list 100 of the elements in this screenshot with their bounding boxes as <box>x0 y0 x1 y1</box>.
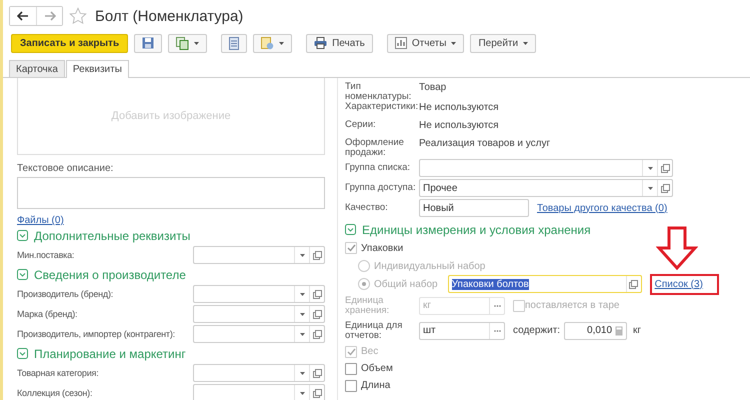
down-arrow-icon <box>656 226 698 270</box>
open-form-icon[interactable] <box>312 368 322 378</box>
section-title: Сведения о производителе <box>34 268 186 282</box>
field-label: Мин.поставка: <box>17 250 76 260</box>
section-title: Планирование и маркетинг <box>34 346 186 360</box>
select-field[interactable] <box>193 364 325 382</box>
field-label: содержит: <box>513 325 560 336</box>
number-field[interactable]: 0,010 <box>564 322 628 340</box>
list-icon <box>229 36 240 50</box>
toolbar-button[interactable]: Печать <box>306 34 373 52</box>
field-label: Тип номенклатуры: <box>345 82 412 102</box>
section-title: Дополнительные реквизиты <box>34 228 190 242</box>
field-value: Товар <box>419 82 446 95</box>
dropdown-icon[interactable] <box>300 254 304 256</box>
dropdown-icon[interactable] <box>300 292 304 296</box>
files-link[interactable]: Файлы (0) <box>17 215 64 226</box>
save-button[interactable] <box>134 34 162 52</box>
section-title: Единицы измерения и условия хранения <box>362 222 591 236</box>
select-field[interactable] <box>193 246 325 264</box>
field-label: Группа доступа: <box>345 183 417 193</box>
field-label: Единица хранения: <box>345 296 390 316</box>
dropdown-icon[interactable] <box>300 372 304 374</box>
field-value: Не используются <box>419 102 499 115</box>
caret-icon <box>523 42 528 44</box>
save-and-close-button[interactable]: Записать и закрыть <box>11 34 128 52</box>
radio-button[interactable] <box>358 260 370 272</box>
copy-button[interactable] <box>168 34 208 52</box>
collapse-icon[interactable] <box>17 348 28 359</box>
field-label: Текстовое описание: <box>17 163 114 174</box>
open-form-icon[interactable] <box>312 388 322 398</box>
field-label: Производитель (бренд): <box>17 289 114 299</box>
copy-icon <box>176 36 190 50</box>
open-form-icon[interactable] <box>660 184 670 192</box>
field-label: Единица для отчетов: <box>345 320 404 340</box>
field-label: Оформление продажи: <box>345 138 405 158</box>
field-value: Реализация товаров и услуг <box>419 138 550 151</box>
dropdown-icon[interactable] <box>648 166 652 170</box>
calculator-icon[interactable] <box>615 326 624 336</box>
open-form-icon[interactable] <box>660 164 670 172</box>
window-title: Болт (Номенклатура) <box>95 8 244 24</box>
dropdown-icon[interactable] <box>300 392 304 394</box>
unit-field[interactable]: шт <box>419 322 505 340</box>
printer-icon <box>314 37 328 49</box>
star-icon[interactable] <box>69 7 87 25</box>
open-form-icon[interactable] <box>312 330 322 338</box>
field-label: Марка (бренд): <box>17 309 78 319</box>
caret-icon <box>279 42 284 44</box>
radio-label: Общий набор <box>374 278 438 290</box>
radio-button[interactable] <box>358 278 370 290</box>
checkbox[interactable] <box>345 380 357 392</box>
field-label: Серии: <box>345 120 377 132</box>
description-field[interactable] <box>17 177 325 209</box>
checkbox-label: Объем <box>361 363 393 374</box>
caret-icon <box>451 42 456 44</box>
select-field[interactable] <box>193 285 325 303</box>
floppy-icon <box>142 37 154 49</box>
collapse-icon[interactable] <box>17 269 28 280</box>
select-field[interactable] <box>193 384 325 400</box>
field-label: Группа списка: <box>345 163 411 173</box>
select-field[interactable]: Прочее <box>419 179 673 197</box>
checkbox-label: Упаковки <box>361 242 404 254</box>
open-form-icon[interactable] <box>312 290 322 298</box>
field-label: Товарная категория: <box>17 368 100 378</box>
right-arrow-icon <box>44 11 56 21</box>
other-quality-link[interactable]: Товары другого качества (0) <box>537 202 668 214</box>
unit-label: кг <box>633 325 642 336</box>
select-field[interactable] <box>193 325 325 343</box>
dropdown-icon[interactable] <box>300 312 304 316</box>
field-label: Коллекция (сезон): <box>17 388 94 398</box>
checkbox-label: поставляется в таре <box>525 300 620 311</box>
toolbar-button[interactable]: Перейти <box>470 34 536 52</box>
caret-icon <box>194 42 200 44</box>
field-label: Качество: <box>345 203 389 213</box>
package-set-field[interactable]: Упаковки болтов <box>448 275 642 293</box>
toolbar-button[interactable]: Отчеты <box>386 34 464 52</box>
collapse-icon[interactable] <box>345 224 356 235</box>
dropdown-icon[interactable] <box>300 332 304 336</box>
select-field[interactable] <box>193 305 325 323</box>
checkbox-label: Длина <box>361 380 390 391</box>
left-arrow-icon <box>17 11 29 21</box>
dropdown-icon[interactable] <box>648 186 652 190</box>
select-field[interactable] <box>419 159 673 177</box>
tab[interactable]: Реквизиты <box>66 60 129 78</box>
field-label: Производитель, импортер (контрагент): <box>17 329 176 339</box>
list-button[interactable] <box>221 34 248 52</box>
quality-field[interactable]: Новый <box>419 199 529 217</box>
field-value: Не используются <box>419 120 499 133</box>
checkbox-label: Вес <box>361 346 378 357</box>
checkbox[interactable] <box>345 362 357 374</box>
collapse-icon[interactable] <box>17 230 28 241</box>
tab[interactable]: Карточка <box>9 60 65 77</box>
open-form-icon[interactable] <box>312 250 322 260</box>
radio-label: Индивидуальный набор <box>374 260 486 272</box>
selected-text: Упаковки болтов <box>452 278 529 290</box>
document-button[interactable] <box>253 34 292 52</box>
field-label: Характеристики: <box>345 102 419 114</box>
open-form-icon[interactable] <box>312 310 322 318</box>
open-form-icon[interactable] <box>629 280 638 288</box>
list-link[interactable]: Список (3) <box>650 274 719 294</box>
checkbox[interactable] <box>345 242 357 254</box>
